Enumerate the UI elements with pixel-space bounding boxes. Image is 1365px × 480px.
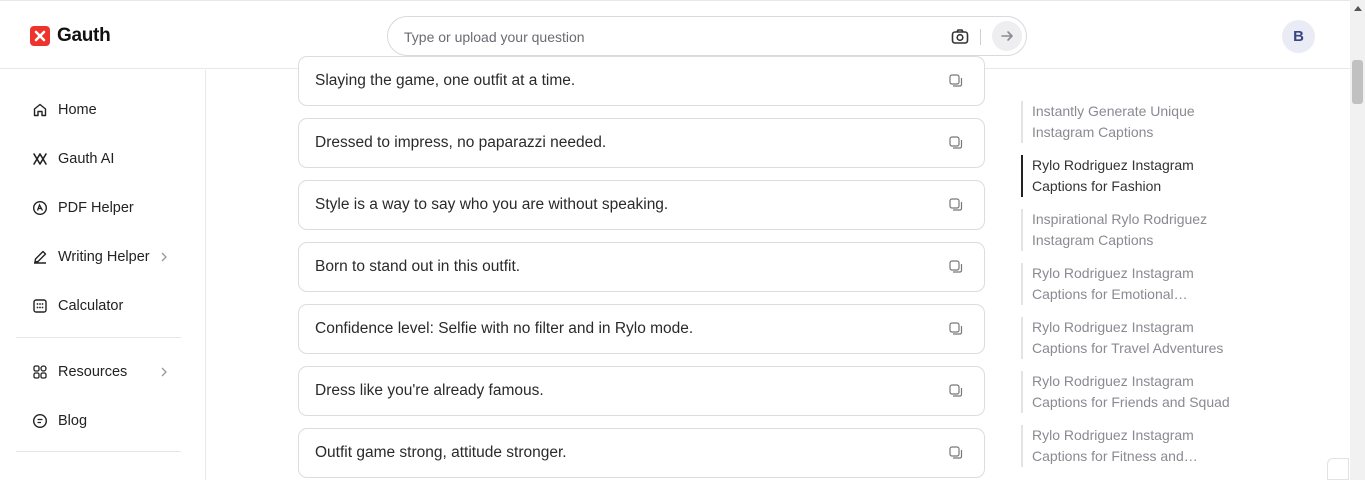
home-icon: [32, 102, 48, 118]
toc-link-label: Rylo Rodriguez Instagram Captions for Fr…: [1032, 373, 1230, 410]
sidebar-item-label: PDF Helper: [58, 200, 134, 216]
caption-text: Confidence level: Selfie with no filter …: [315, 320, 694, 337]
copy-icon[interactable]: [948, 321, 964, 337]
gauth-logo[interactable]: Gauth: [30, 25, 111, 47]
toc-link[interactable]: Rylo Rodriguez Instagram Captions for Fi…: [1021, 425, 1251, 467]
blog-icon: [32, 413, 48, 429]
search-divider: [980, 29, 981, 45]
toc-link-label: Inspirational Rylo Rodriguez Instagram C…: [1032, 211, 1208, 248]
resize-handle-icon[interactable]: [1327, 458, 1349, 480]
calculator-icon: [32, 298, 48, 314]
sidebar-item-label: Gauth AI: [58, 151, 115, 167]
caption-card: Outfit game strong, attitude stronger.: [298, 428, 985, 478]
sidebar-item-writing-helper[interactable]: Writing Helper: [16, 237, 181, 277]
arrow-right-icon: [1001, 31, 1013, 41]
gauth-ai-icon: [32, 151, 48, 167]
pen-icon: [32, 249, 48, 265]
toc-link-active[interactable]: Rylo Rodriguez Instagram Captions for Fa…: [1021, 155, 1251, 197]
toc-link[interactable]: Inspirational Rylo Rodriguez Instagram C…: [1021, 209, 1251, 251]
caption-card: Born to stand out in this outfit.: [298, 242, 985, 292]
sidebar: Home Gauth AI PDF Helper Writing Helper …: [0, 70, 206, 480]
toc-link[interactable]: Rylo Rodriguez Instagram Captions for Tr…: [1021, 317, 1251, 359]
sidebar-item-label: Resources: [58, 364, 128, 380]
scrollbar-thumb[interactable]: [1352, 60, 1363, 104]
sidebar-item-gauth-ai[interactable]: Gauth AI: [16, 139, 181, 179]
pdf-icon: [32, 200, 48, 216]
toc-link-label: Rylo Rodriguez Instagram Captions for Em…: [1032, 265, 1194, 302]
caption-card: Style is a way to say who you are withou…: [298, 180, 985, 230]
copy-icon[interactable]: [948, 445, 964, 461]
toc-link-label: Rylo Rodriguez Instagram Captions for Tr…: [1032, 319, 1224, 356]
toc-link-label: Rylo Rodriguez Instagram Captions for Fa…: [1032, 157, 1194, 194]
caption-text: Slaying the game, one outfit at a time.: [315, 72, 576, 89]
page-scrollbar[interactable]: [1350, 0, 1365, 480]
caption-card: Dressed to impress, no paparazzi needed.: [298, 118, 985, 168]
sidebar-divider: [16, 451, 181, 452]
caption-text: Born to stand out in this outfit.: [315, 258, 521, 275]
caption-text: Dressed to impress, no paparazzi needed.: [315, 134, 607, 151]
chevron-right-icon: [159, 249, 169, 270]
brand-name: Gauth: [57, 25, 111, 46]
gauth-logo-icon: [30, 26, 50, 46]
copy-icon[interactable]: [948, 73, 964, 89]
caption-text: Dress like you're already famous.: [315, 382, 544, 399]
toc-link[interactable]: Rylo Rodriguez Instagram Captions for Em…: [1021, 263, 1251, 305]
sidebar-item-blog[interactable]: Blog: [16, 401, 181, 441]
copy-icon[interactable]: [948, 197, 964, 213]
copy-icon[interactable]: [948, 383, 964, 399]
toc-link-label: Rylo Rodriguez Instagram Captions for Fi…: [1032, 427, 1198, 464]
sidebar-item-label: Writing Helper: [58, 249, 150, 265]
grid-icon: [32, 364, 48, 380]
sidebar-item-pdf-helper[interactable]: PDF Helper: [16, 188, 181, 228]
toc-link[interactable]: Rylo Rodriguez Instagram Captions for Fr…: [1021, 371, 1251, 413]
sidebar-item-label: Blog: [58, 413, 88, 429]
sidebar-item-calculator[interactable]: Calculator: [16, 286, 181, 326]
caption-card: Slaying the game, one outfit at a time.: [298, 56, 985, 106]
toc-link[interactable]: Instantly Generate Unique Instagram Capt…: [1021, 101, 1251, 143]
sidebar-divider: [16, 337, 181, 338]
user-avatar[interactable]: B: [1282, 20, 1315, 53]
sidebar-item-resources[interactable]: Resources: [16, 352, 181, 392]
camera-icon[interactable]: [950, 27, 970, 47]
submit-button[interactable]: [992, 21, 1022, 51]
caption-card: Confidence level: Selfie with no filter …: [298, 304, 985, 354]
search-input[interactable]: [404, 26, 924, 48]
toc-link-label: Instantly Generate Unique Instagram Capt…: [1032, 103, 1195, 140]
search-bar: [387, 16, 1027, 56]
caption-card: Dress like you're already famous.: [298, 366, 985, 416]
scroll-up-icon[interactable]: [1350, 3, 1365, 13]
caption-text: Outfit game strong, attitude stronger.: [315, 444, 567, 461]
sidebar-item-label: Calculator: [58, 298, 124, 314]
copy-icon[interactable]: [948, 135, 964, 151]
copy-icon[interactable]: [948, 259, 964, 275]
sidebar-item-home[interactable]: Home: [16, 90, 181, 130]
sidebar-item-label: Home: [58, 102, 97, 118]
caption-text: Style is a way to say who you are withou…: [315, 196, 669, 213]
chevron-right-icon: [159, 364, 169, 385]
